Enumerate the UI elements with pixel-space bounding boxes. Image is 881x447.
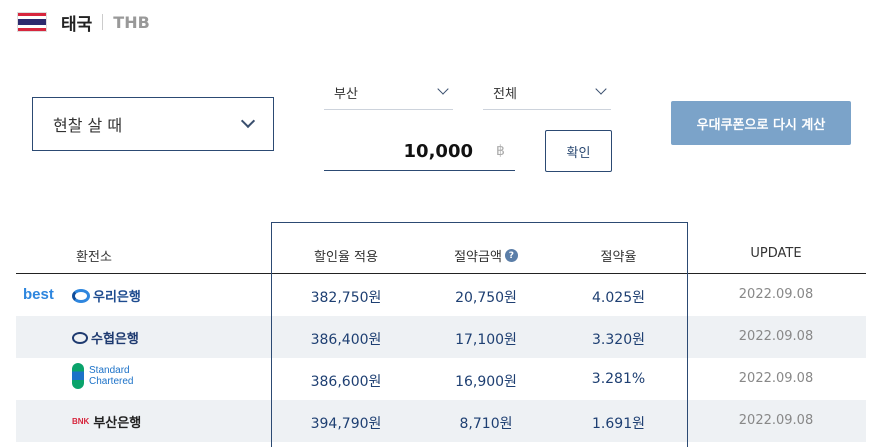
city-select-value: 부산 — [334, 87, 358, 102]
suhyup-bank-logo: 수협은행 — [72, 328, 139, 347]
woori-logo-icon — [72, 288, 90, 303]
standard-chartered-logo-icon — [72, 363, 84, 389]
bank-name: 우리은행 — [93, 290, 141, 305]
suhyup-logo-icon — [72, 331, 88, 344]
page-header: 태국 THB — [17, 10, 150, 35]
question-icon[interactable]: ? — [504, 249, 518, 262]
confirm-button[interactable]: 확인 — [545, 130, 612, 172]
table-header: 환전소 할인율 적용 절약금액 ? 절약율 UPDATE — [16, 233, 866, 274]
saving-ratio: 3.281% — [591, 371, 646, 387]
applied-rate: 386,600원 — [310, 374, 382, 390]
bank-name-line2: Chartered — [89, 376, 134, 387]
bank-name: 수협은행 — [91, 332, 139, 347]
header-update: UPDATE — [750, 246, 802, 261]
table-row: 수협은행 386,400원 17,100원 3.320원 2022.09.08 — [16, 316, 866, 358]
branch-select[interactable]: 전체 — [483, 76, 611, 110]
applied-rate: 394,790원 — [310, 416, 382, 432]
amount-input[interactable] — [324, 132, 515, 171]
chevron-down-icon — [437, 83, 449, 95]
update-date: 2022.09.08 — [738, 287, 814, 302]
update-date: 2022.09.08 — [738, 413, 814, 428]
saving-amount: 20,750원 — [455, 290, 517, 306]
saving-amount: 8,710원 — [459, 416, 513, 432]
saving-amount: 17,100원 — [455, 332, 517, 348]
update-date: 2022.09.08 — [738, 371, 814, 386]
saving-ratio: 1.691원 — [592, 416, 645, 432]
saving-ratio: 4.025원 — [592, 290, 645, 306]
header-saving-amount: 절약금액 ? — [416, 246, 556, 265]
city-select[interactable]: 부산 — [324, 76, 453, 110]
table-row: Standard Chartered 386,600원 16,900원 3.28… — [16, 358, 866, 400]
baht-symbol: ฿ — [496, 143, 505, 159]
applied-rate: 382,750원 — [310, 290, 382, 306]
bank-name: Standard Chartered — [89, 365, 133, 387]
branch-select-value: 전체 — [493, 87, 517, 102]
best-badge: best — [23, 286, 54, 303]
bnk-logo-mark: BNK — [72, 417, 90, 426]
saving-ratio: 3.320원 — [592, 332, 645, 348]
table-row: best 우리은행 382,750원 20,750원 4.025원 2022.0… — [16, 274, 866, 316]
transaction-type-value: 현찰 살 때 — [53, 116, 123, 135]
busan-bank-logo: BNK 부산은행 — [72, 412, 141, 431]
chevron-down-icon — [595, 83, 607, 95]
saving-amount: 16,900원 — [455, 374, 517, 390]
currency-code: THB — [113, 12, 150, 32]
recalculate-coupon-button[interactable]: 우대쿠폰으로 다시 계산 — [671, 101, 851, 145]
header-saving-ratio: 절약율 — [600, 250, 637, 265]
applied-rate: 386,400원 — [310, 332, 382, 348]
update-date: 2022.09.08 — [738, 329, 814, 344]
header-saving-amount-label: 절약금액 — [454, 250, 502, 265]
chevron-down-icon — [240, 113, 256, 129]
country-name: 태국 — [61, 14, 93, 35]
transaction-type-select[interactable]: 현찰 살 때 — [32, 97, 274, 151]
standard-chartered-logo: Standard Chartered — [72, 363, 133, 389]
thailand-flag-icon — [17, 12, 47, 32]
woori-bank-logo: 우리은행 — [72, 286, 141, 305]
bank-name: 부산은행 — [93, 416, 142, 431]
exchange-table: 환전소 할인율 적용 절약금액 ? 절약율 UPDATE best 우리은행 3… — [16, 233, 866, 442]
table-row: BNK 부산은행 394,790원 8,710원 1.691원 2022.09.… — [16, 400, 866, 442]
bank-name-line1: Standard — [89, 365, 130, 376]
header-applied-rate: 할인율 적용 — [314, 250, 378, 265]
divider — [102, 14, 104, 30]
header-exchange: 환전소 — [76, 250, 112, 265]
